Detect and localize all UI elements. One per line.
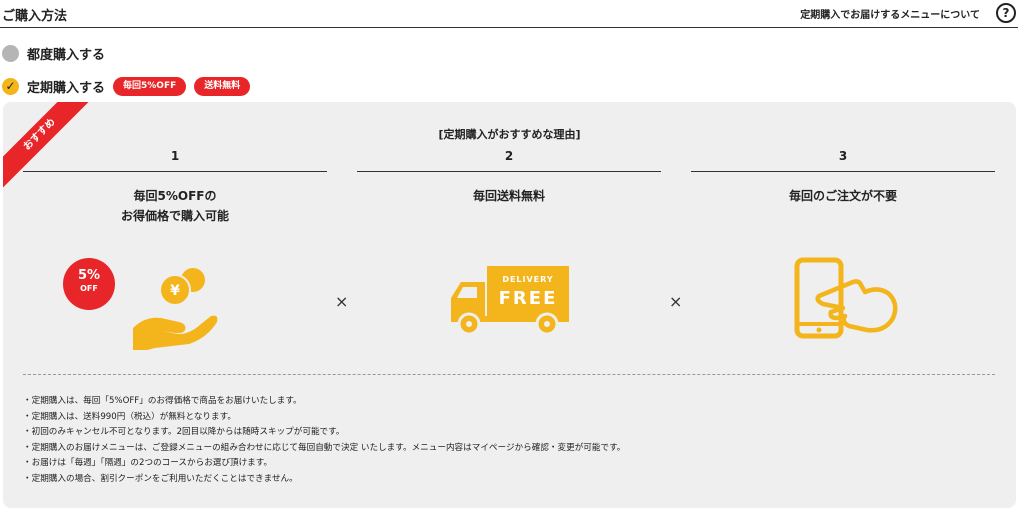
note-item: ・定期購入の場合、割引クーポンをご利用いただくことはできません。	[23, 473, 298, 484]
truck-delivery-text: DELIVERY	[502, 275, 553, 284]
dashed-divider	[23, 374, 995, 375]
note-item: ・初回のみキャンセル不可となります。2回目以降からは随時スキップが可能です。	[23, 427, 345, 438]
reason-title: 毎回5%OFFの お得価格で購入可能	[23, 186, 327, 226]
reason-title: 毎回送料無料	[472, 189, 545, 203]
smartphone-hand-icon	[794, 257, 898, 339]
reason-column-1: 1 毎回5%OFFの お得価格で購入可能	[23, 146, 327, 226]
help-icon[interactable]: ?	[996, 3, 1016, 23]
smartphone-illustration	[793, 252, 903, 352]
section-header: ご購入方法 定期購入でお届けするメニューについて ?	[0, 0, 1018, 28]
off-label: OFF	[80, 284, 98, 293]
off-percent: 5%	[77, 268, 101, 283]
page-title: ご購入方法	[2, 9, 68, 24]
reason-title: 毎回のご注文が不要	[788, 189, 897, 203]
note-item: ・定期購入のお届けメニューは、ご登録メニューの組み合わせに応じて毎回自動で決定 …	[23, 442, 626, 453]
delivery-truck-icon: DELIVERY FREE	[451, 266, 569, 336]
note-item: ・定期購入は、送料990円（税込）が無料となります。	[23, 411, 236, 422]
truck-illustration: DELIVERY FREE	[443, 252, 573, 352]
free-shipping-badge: 送料無料	[194, 76, 251, 96]
notes-list: ・定期購入は、毎回「5%OFF」のお得価格で商品をお届けいたします。 ・定期購入…	[23, 394, 1003, 488]
hand-coin-icon: ¥	[133, 268, 218, 350]
truck-free-text: FREE	[499, 288, 558, 309]
yen-symbol: ¥	[170, 283, 180, 299]
one-time-purchase-label: 都度購入する	[27, 47, 106, 63]
radio-unselected-icon[interactable]	[2, 44, 19, 62]
reason-title-line: 毎回5%OFFの	[133, 189, 217, 203]
checkmark-icon[interactable]: ✓	[2, 77, 19, 95]
reason-column-3: 3 毎回のご注文が不要	[691, 146, 995, 206]
note-item: ・定期購入は、毎回「5%OFF」のお得価格で商品をお届けいたします。	[23, 396, 302, 406]
reason-number: 1	[23, 146, 327, 172]
subscription-purchase-option[interactable]: ✓ 定期購入する 毎回5%OFF 送料無料	[2, 76, 251, 96]
reasons-heading: [定期購入がおすすめな理由]	[438, 128, 581, 141]
subscription-purchase-label: 定期購入する	[27, 80, 106, 96]
note-item: ・お届けは「毎週」「隔週」の2つのコースからお選び頂けます。	[23, 458, 273, 469]
subscription-menu-info-link[interactable]: 定期購入でお届けするメニューについて	[800, 6, 980, 21]
times-icon: ×	[335, 292, 349, 311]
reason-column-2: 2 毎回送料無料	[357, 146, 661, 206]
recommendation-panel: おすすめ [定期購入がおすすめな理由] 1 毎回5%OFFの お得価格で購入可能…	[3, 102, 1016, 508]
reason-number: 2	[357, 146, 661, 172]
reason-title-line: お得価格で購入可能	[120, 209, 229, 223]
discount-illustration: 5% OFF ¥	[63, 252, 223, 352]
five-percent-off-badge: 5% OFF	[63, 258, 115, 310]
discount-badge: 毎回5%OFF	[113, 76, 187, 96]
reason-number: 3	[691, 146, 995, 172]
one-time-purchase-option[interactable]: 都度購入する	[2, 43, 105, 63]
times-icon: ×	[669, 292, 683, 311]
